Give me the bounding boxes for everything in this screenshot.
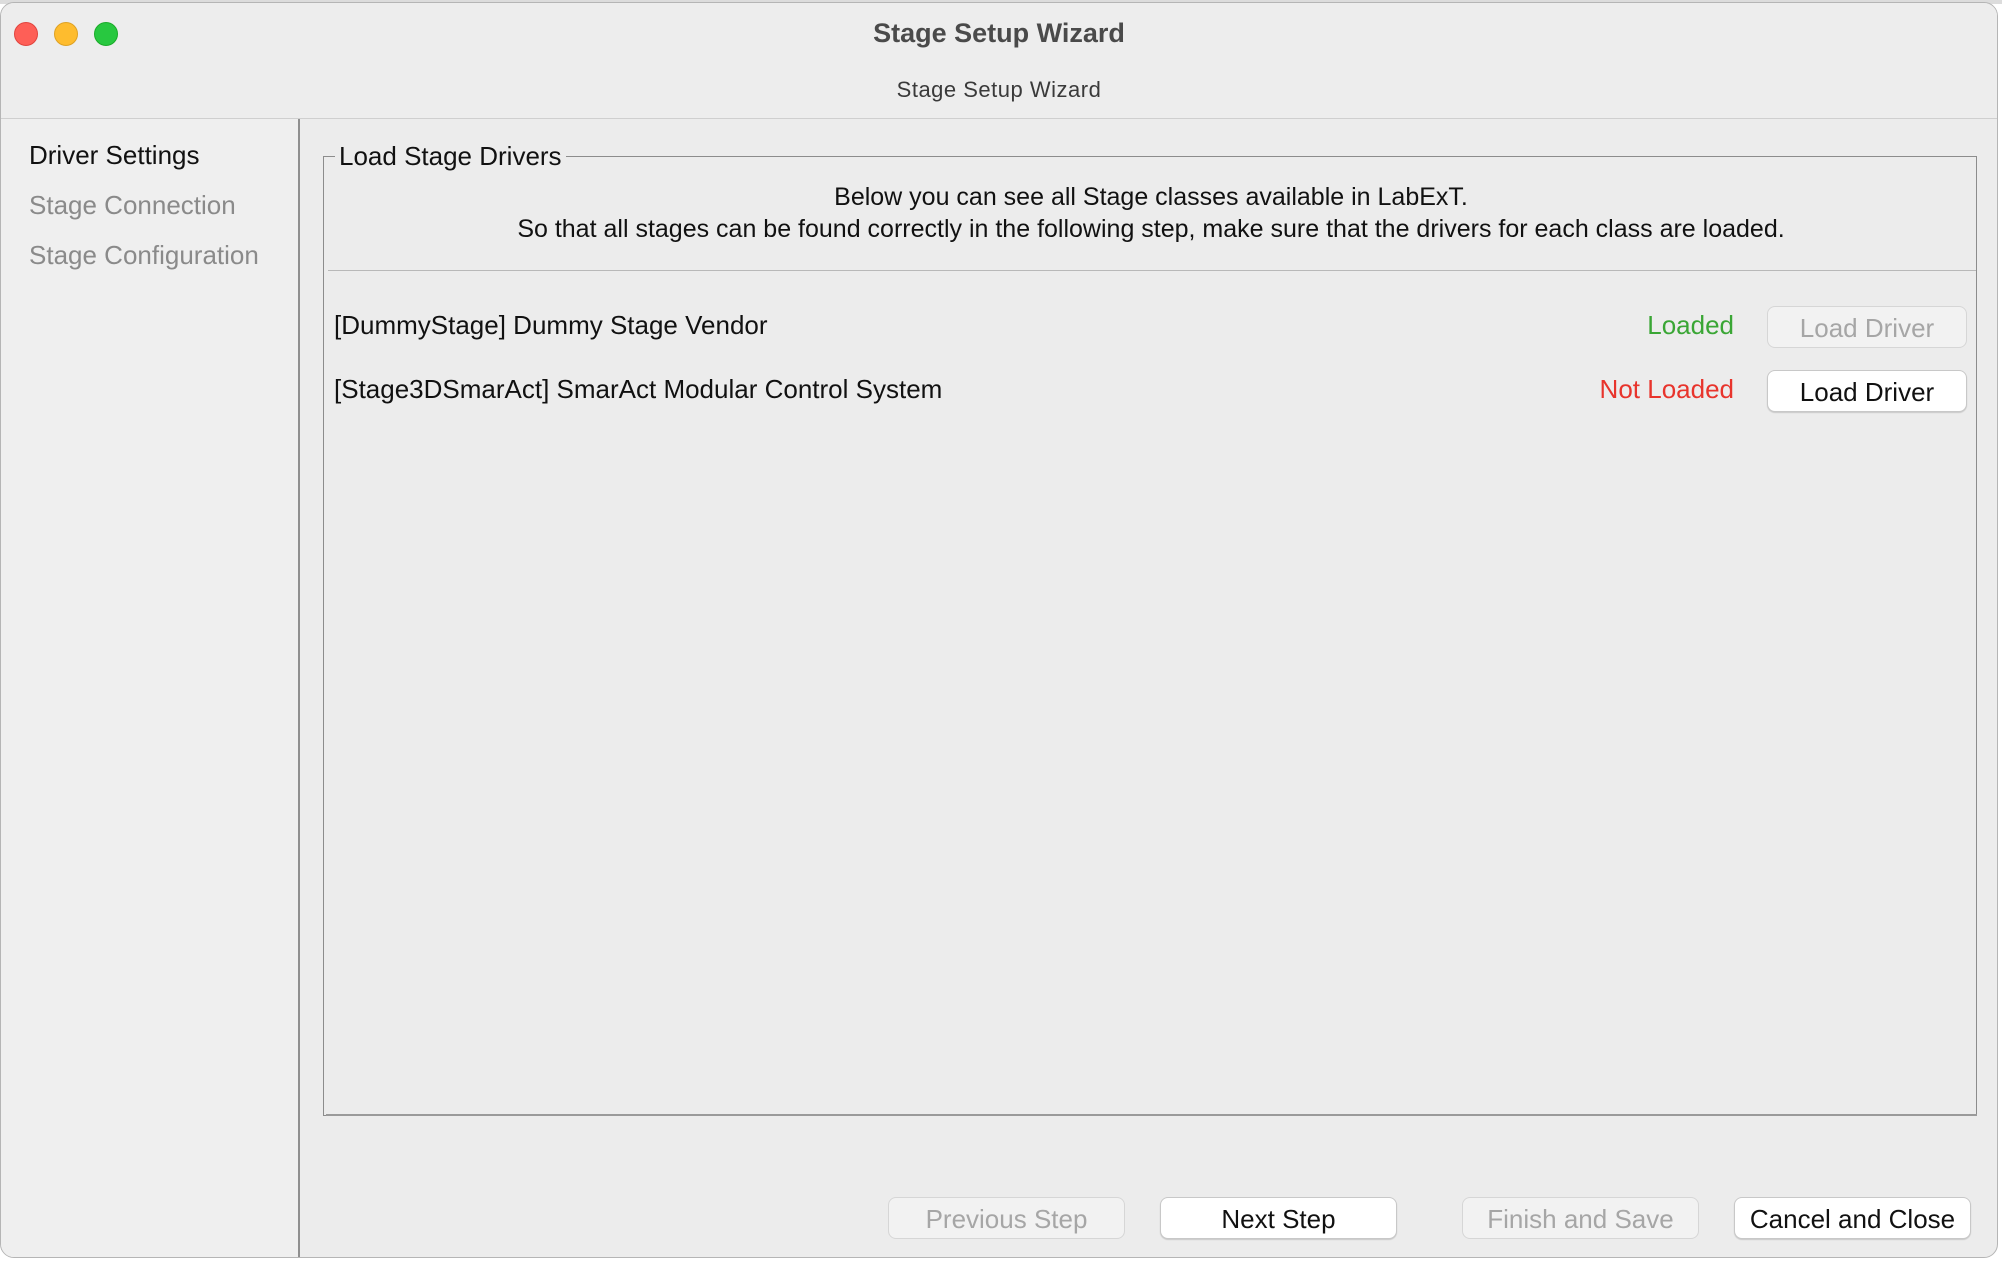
- title-bar[interactable]: Stage Setup Wizard Stage Setup Wizard: [1, 3, 1997, 119]
- sidebar-item-driver-settings[interactable]: Driver Settings: [29, 140, 200, 171]
- wizard-header-title: Stage Setup Wizard: [896, 77, 1102, 102]
- driver-label: [DummyStage] Dummy Stage Vendor: [334, 310, 768, 340]
- next-step-button[interactable]: Next Step: [1160, 1197, 1397, 1239]
- cancel-and-close-button[interactable]: Cancel and Close: [1734, 1197, 1971, 1239]
- load-driver-button[interactable]: Load Driver: [1767, 370, 1967, 412]
- load-drivers-panel: [323, 156, 1977, 1116]
- driver-status: Not Loaded: [1599, 374, 1734, 404]
- panel-title: Load Stage Drivers: [335, 141, 566, 172]
- window-title: Stage Setup Wizard: [873, 18, 1125, 48]
- panel-description-line-2: So that all stages can be found correctl…: [517, 215, 1785, 243]
- panel-divider: [328, 270, 1976, 271]
- driver-label: [Stage3DSmarAct] SmarAct Modular Control…: [334, 374, 943, 404]
- finish-and-save-button[interactable]: Finish and Save: [1462, 1197, 1699, 1239]
- sidebar-item-stage-configuration[interactable]: Stage Configuration: [29, 240, 259, 271]
- wizard-window: Stage Setup Wizard Stage Setup Wizard Dr…: [0, 2, 1998, 1258]
- panel-description-line-1: Below you can see all Stage classes avai…: [834, 183, 1468, 211]
- step-sidebar: Driver Settings Stage Connection Stage C…: [1, 119, 300, 1257]
- panel-bottom-edge: [326, 1114, 1977, 1116]
- previous-step-button[interactable]: Previous Step: [888, 1197, 1125, 1239]
- driver-status: Loaded: [1647, 310, 1734, 340]
- load-driver-button[interactable]: Load Driver: [1767, 306, 1967, 348]
- sidebar-item-stage-connection[interactable]: Stage Connection: [29, 190, 236, 221]
